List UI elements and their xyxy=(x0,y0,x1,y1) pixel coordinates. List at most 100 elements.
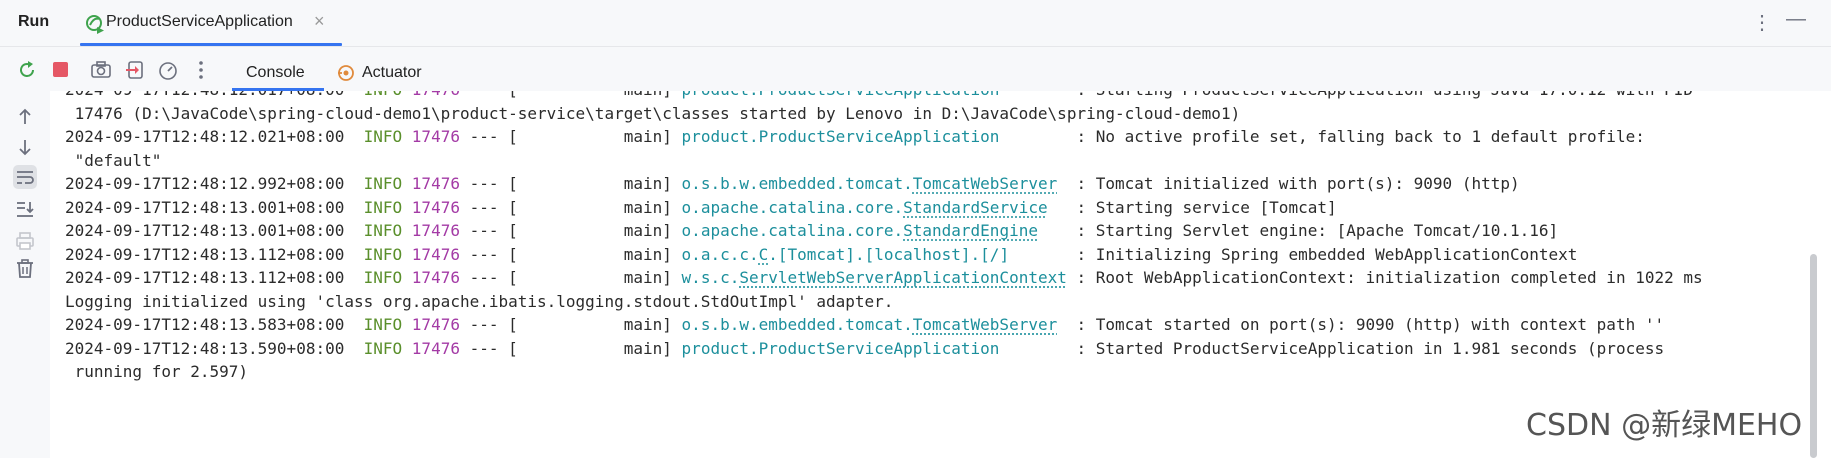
log-pid: 17476 xyxy=(411,315,460,334)
log-logger[interactable]: o.s.b.w.embedded.tomcat.TomcatWebServer xyxy=(682,174,1058,193)
rerun-icon[interactable] xyxy=(16,59,38,81)
log-timestamp: 2024-09-17T12:48:12.992+08:00 xyxy=(65,174,345,193)
logger-package: o.s.b.w.embedded.tomcat. xyxy=(681,174,913,193)
console-line: running for 2.597) xyxy=(65,358,248,385)
more-icon[interactable] xyxy=(190,59,212,81)
arrow-up-icon[interactable] xyxy=(13,105,37,129)
watermark: CSDN @新绿MEHO xyxy=(1526,408,1803,443)
tab-actuator[interactable]: Actuator xyxy=(334,55,444,91)
logger-class-link: TomcatWebServer xyxy=(912,174,1058,193)
log-thread: main] xyxy=(517,315,682,334)
log-thread: main] xyxy=(517,127,682,146)
log-message: : Starting Servlet engine: [Apache Tomca… xyxy=(1076,221,1559,240)
log-thread: main] xyxy=(517,338,682,358)
log-separator: --- [ xyxy=(469,174,518,193)
log-pid: 17476 xyxy=(411,221,460,240)
log-level: INFO xyxy=(363,174,403,193)
log-pid: 17476 xyxy=(411,244,460,264)
log-padding xyxy=(999,91,1076,99)
log-level: INFO xyxy=(363,221,403,240)
log-padding xyxy=(1048,198,1077,217)
stop-icon[interactable] xyxy=(50,59,72,81)
log-pid: 17476 xyxy=(412,91,460,99)
log-separator: --- [ xyxy=(469,268,518,287)
log-padding xyxy=(1009,245,1076,264)
log-separator: --- [ xyxy=(469,244,518,264)
log-thread: main] xyxy=(517,268,682,287)
log-padding xyxy=(1057,174,1076,193)
log-message: : No active profile set, falling back to… xyxy=(1076,127,1645,146)
log-logger[interactable]: product.ProductServiceApplication xyxy=(682,91,1000,99)
vertical-scrollbar[interactable] xyxy=(1810,254,1817,458)
log-level: INFO xyxy=(363,244,403,264)
log-logger[interactable]: w.s.c.ServletWebServerApplicationContext xyxy=(682,268,1067,287)
log-logger[interactable]: product.ProductServiceApplication xyxy=(682,339,1000,358)
log-thread: main] xyxy=(518,91,682,99)
log-thread: main] xyxy=(517,221,682,240)
log-logger[interactable]: o.s.b.w.embedded.tomcat.TomcatWebServer xyxy=(682,315,1058,334)
tab-console-label: Console xyxy=(246,64,305,81)
log-thread: main] xyxy=(517,174,682,193)
log-padding xyxy=(999,339,1076,358)
scroll-to-end-icon[interactable] xyxy=(13,197,37,221)
soft-wrap-icon[interactable] xyxy=(13,165,37,189)
log-thread: main] xyxy=(517,197,682,217)
logger-package: product.ProductServiceApplication xyxy=(681,338,1000,358)
log-logger[interactable]: product.ProductServiceApplication xyxy=(682,127,1000,146)
log-thread: main] xyxy=(517,244,682,264)
log-timestamp: 2024-09-17T12:48:12.021+08:00 xyxy=(65,127,345,146)
log-timestamp: 2024-09-17T12:48:13.112+08:00 xyxy=(65,244,345,264)
log-padding xyxy=(1067,268,1077,287)
log-message: : Initializing Spring embedded WebApplic… xyxy=(1076,244,1578,264)
logger-class-link: ServletWebServerApplicationContext xyxy=(739,268,1067,287)
log-separator: --- [ xyxy=(470,91,518,99)
logger-class-link: TomcatWebServer xyxy=(912,315,1058,334)
trash-icon[interactable] xyxy=(13,257,37,281)
gauge-icon[interactable] xyxy=(157,59,179,81)
logger-package: product.ProductServiceApplication xyxy=(681,127,1000,146)
log-separator: --- [ xyxy=(469,127,518,146)
camera-icon[interactable] xyxy=(90,59,112,81)
tab-label: ProductServiceApplication xyxy=(106,13,293,30)
log-level: INFO xyxy=(363,127,403,146)
log-logger[interactable]: o.apache.catalina.core.StandardService xyxy=(682,198,1048,217)
log-timestamp: 2024-09-17T12:48:13.590+08:00 xyxy=(65,338,345,358)
log-message: : Tomcat initialized with port(s): 9090 … xyxy=(1076,174,1520,193)
logger-package: o.apache.catalina.core. xyxy=(681,221,904,240)
tab-actuator-label: Actuator xyxy=(362,64,422,81)
log-padding xyxy=(1057,315,1076,334)
log-timestamp: 2024-09-17T12:48:13.001+08:00 xyxy=(65,197,345,217)
log-level: INFO xyxy=(363,315,403,334)
console-line: 2024-09-17T12:48:13.590+08:00 INFO 17476… xyxy=(65,335,1664,362)
logger-package: product.ProductServiceApplication xyxy=(682,91,1000,99)
log-separator: --- [ xyxy=(469,197,518,217)
logger-package: o.apache.catalina.core. xyxy=(681,197,904,217)
close-icon[interactable]: × xyxy=(314,11,325,32)
log-separator: --- [ xyxy=(469,221,518,240)
log-logger[interactable]: o.apache.catalina.core.StandardEngine xyxy=(682,221,1038,240)
tool-window-header: Run ProductServiceApplication × ⋮ — xyxy=(0,0,1831,47)
logger-package: o.a.c.c. xyxy=(681,244,759,264)
logger-package: w.s.c. xyxy=(681,268,740,287)
console-text: Logging initialized using 'class org.apa… xyxy=(65,291,894,311)
logger-class-link: StandardService xyxy=(903,197,1048,217)
logger-package: o.s.b.w.embedded.tomcat. xyxy=(681,315,913,334)
log-separator: --- [ xyxy=(469,315,518,334)
run-toolbar: Console Actuator xyxy=(0,47,1831,91)
exit-icon[interactable] xyxy=(124,59,146,81)
log-separator: --- [ xyxy=(469,338,518,358)
log-message: : Root WebApplicationContext: initializa… xyxy=(1076,268,1703,287)
log-logger[interactable]: o.a.c.c.C.[Tomcat].[localhost].[/] xyxy=(682,245,1010,264)
tab-product-service-application[interactable]: ProductServiceApplication × xyxy=(80,0,342,46)
log-message: : Tomcat started on port(s): 9090 (http)… xyxy=(1076,315,1665,334)
minimize-icon[interactable]: — xyxy=(1786,8,1806,31)
log-timestamp: 2024-09-17T12:48:12.017+08:00 xyxy=(65,91,344,99)
tab-console[interactable]: Console xyxy=(232,55,324,91)
log-pid: 17476 xyxy=(411,338,460,358)
arrow-down-icon[interactable] xyxy=(13,135,37,159)
log-padding xyxy=(999,127,1076,146)
active-tab-indicator xyxy=(80,43,342,46)
log-level: INFO xyxy=(363,338,403,358)
more-options-icon[interactable]: ⋮ xyxy=(1752,10,1772,35)
logger-class-link: StandardEngine xyxy=(903,221,1038,240)
